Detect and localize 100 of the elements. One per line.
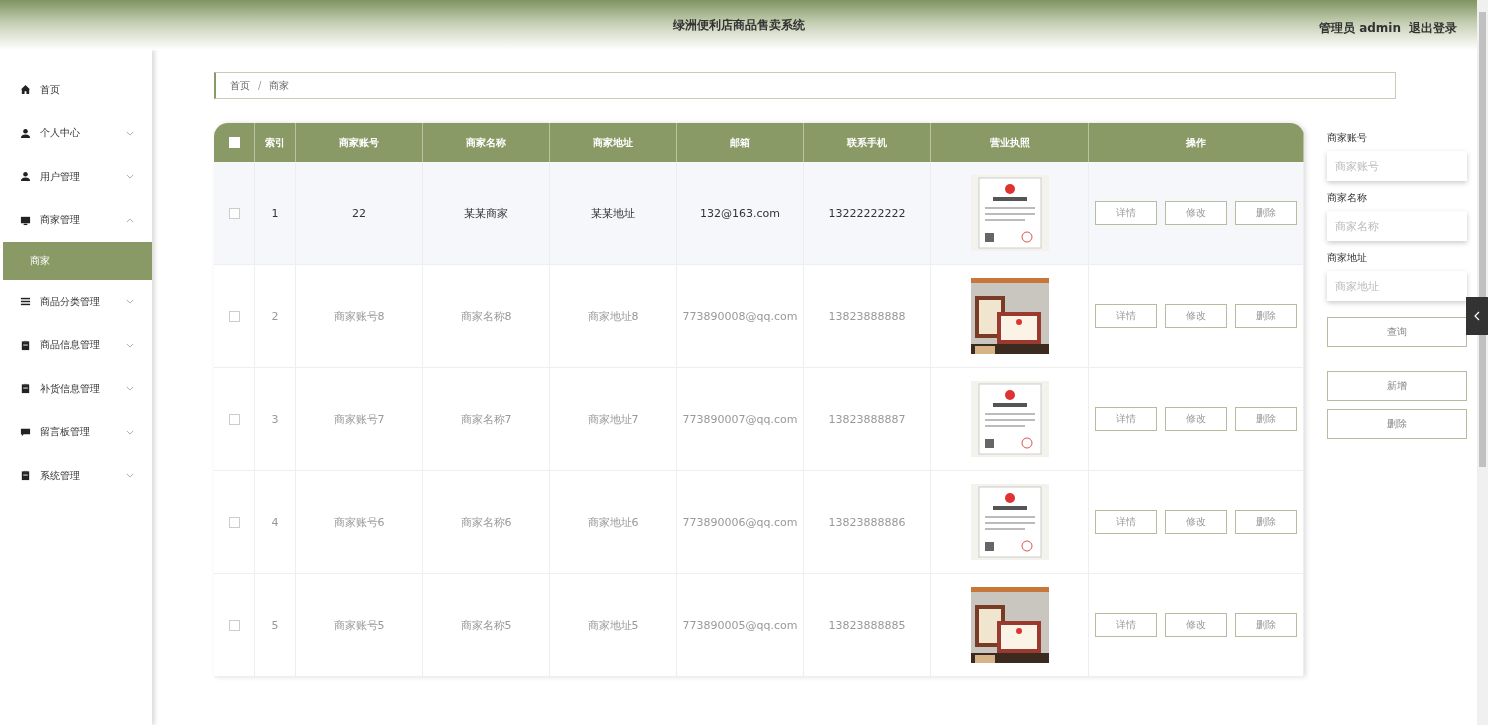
- chevron-icon: [126, 473, 134, 479]
- logout-link[interactable]: 退出登录: [1409, 20, 1457, 37]
- action-button[interactable]: 删除: [1235, 304, 1297, 328]
- action-button[interactable]: 详情: [1095, 407, 1157, 431]
- sidebar-item[interactable]: 商家管理: [0, 198, 152, 242]
- sidebar-item[interactable]: 系统管理: [0, 454, 152, 498]
- action-button[interactable]: 修改: [1165, 201, 1227, 225]
- chevron-icon: [126, 174, 134, 180]
- column-header: 索引: [254, 123, 296, 162]
- table-cell: 13823888887: [803, 367, 931, 471]
- table-cell: 商家账号8: [295, 264, 423, 368]
- table-cell: 13222222222: [803, 162, 931, 265]
- filter-label: 商家账号: [1327, 131, 1368, 145]
- user-name: 管理员 admin: [1318, 20, 1401, 37]
- action-button[interactable]: 修改: [1165, 613, 1227, 637]
- filter-button[interactable]: 查询: [1327, 317, 1467, 347]
- column-header: 邮箱: [676, 123, 804, 162]
- filter-button[interactable]: 新增: [1327, 371, 1467, 401]
- table-cell: 商家名称7: [422, 367, 550, 471]
- chevron-left-icon: [1474, 311, 1480, 321]
- sidebar-item[interactable]: 个人中心: [0, 111, 152, 155]
- action-button[interactable]: 详情: [1095, 510, 1157, 534]
- table-cell: 商家地址5: [549, 573, 677, 677]
- sidebar-item[interactable]: 首页: [0, 68, 152, 112]
- table-row[interactable]: 5 商家账号5 商家名称5 商家地址5 773890005@qq.com 13823888885 详情 修改 删除: [214, 573, 1304, 677]
- row-checkbox[interactable]: [228, 311, 240, 322]
- row-checkbox[interactable]: [228, 208, 240, 219]
- table-cell: 2: [254, 264, 296, 368]
- chevron-icon: [126, 217, 134, 223]
- collapse-handle[interactable]: [1466, 297, 1488, 335]
- table-cell: 773890006@qq.com: [676, 470, 804, 574]
- table-row[interactable]: 3 商家账号7 商家名称7 商家地址7 773890007@qq.com 13823888887 详情 修改 删除: [214, 367, 1304, 471]
- action-button[interactable]: 修改: [1165, 304, 1227, 328]
- table-cell: 商家账号6: [295, 470, 423, 574]
- table-cell: 某某地址: [549, 162, 677, 265]
- action-button[interactable]: 删除: [1235, 510, 1297, 534]
- table-cell: 商家地址7: [549, 367, 677, 471]
- table-cell: 773890008@qq.com: [676, 264, 804, 368]
- table-cell: 商家名称5: [422, 573, 550, 677]
- chevron-icon: [126, 429, 134, 435]
- sidebar-item[interactable]: 用户管理: [0, 155, 152, 199]
- filter-input[interactable]: 商家名称: [1327, 211, 1467, 241]
- chat-icon: [20, 426, 31, 438]
- row-checkbox[interactable]: [228, 620, 240, 631]
- table-cell: 132@163.com: [676, 162, 804, 265]
- table-row[interactable]: 2 商家账号8 商家名称8 商家地址8 773890008@qq.com 13823888888 详情 修改 删除: [214, 264, 1304, 368]
- column-header: 商家账号: [295, 123, 423, 162]
- sidebar-item[interactable]: 商品分类管理: [0, 280, 152, 324]
- action-button[interactable]: 删除: [1235, 407, 1297, 431]
- chevron-icon: [126, 342, 134, 348]
- table-cell: 5: [254, 573, 296, 677]
- list-icon: [20, 296, 31, 308]
- column-header: 操作: [1088, 123, 1304, 162]
- breadcrumb-link[interactable]: 商家: [269, 78, 290, 93]
- action-button[interactable]: 详情: [1095, 201, 1157, 225]
- scrollbar-thumb[interactable]: [1479, 12, 1486, 467]
- app-title: 绿洲便利店商品售卖系统: [672, 16, 805, 34]
- sidebar-subitem[interactable]: 商家: [3, 242, 152, 280]
- action-button[interactable]: 删除: [1235, 201, 1297, 225]
- clipboard-icon: [20, 339, 31, 351]
- table-cell: 13823888885: [803, 573, 931, 677]
- row-checkbox[interactable]: [228, 517, 240, 528]
- chevron-icon: [126, 130, 134, 136]
- sidebar-item[interactable]: 补货信息管理: [0, 367, 152, 411]
- action-button[interactable]: 修改: [1165, 407, 1227, 431]
- table-row[interactable]: 4 商家账号6 商家名称6 商家地址6 773890006@qq.com 13823888886 详情 修改 删除: [214, 470, 1304, 574]
- table-cell: 13823888888: [803, 264, 931, 368]
- table-cell: 商家地址8: [549, 264, 677, 368]
- filter-label: 商家地址: [1327, 251, 1368, 265]
- table-cell: 某某商家: [422, 162, 550, 265]
- chevron-icon: [126, 299, 134, 305]
- clipboard-icon: [20, 383, 31, 395]
- action-button[interactable]: 删除: [1235, 613, 1297, 637]
- person-icon: [20, 171, 31, 183]
- breadcrumb-link[interactable]: 首页: [230, 78, 250, 93]
- table-cell: 13823888886: [803, 470, 931, 574]
- column-header: 商家名称: [422, 123, 550, 162]
- filter-input[interactable]: 商家地址: [1327, 271, 1467, 301]
- chevron-icon: [126, 386, 134, 392]
- sidebar-item[interactable]: 留言板管理: [0, 410, 152, 454]
- column-header: 营业执照: [930, 123, 1089, 162]
- row-checkbox[interactable]: [228, 414, 240, 425]
- sidebar-item[interactable]: 商品信息管理: [0, 323, 152, 367]
- filter-button[interactable]: 删除: [1327, 409, 1467, 439]
- table-cell: 商家账号5: [295, 573, 423, 677]
- filter-label: 商家名称: [1327, 191, 1368, 205]
- column-header: 联系手机: [803, 123, 931, 162]
- column-header: 商家地址: [549, 123, 677, 162]
- home-icon: [20, 84, 31, 96]
- table-cell: 商家名称8: [422, 264, 550, 368]
- table-cell: 商家账号7: [295, 367, 423, 471]
- action-button[interactable]: 详情: [1095, 613, 1157, 637]
- person-icon: [20, 127, 31, 139]
- table-row[interactable]: 1 22 某某商家 某某地址 132@163.com 13222222222 详情 修改 删除: [214, 162, 1304, 265]
- action-button[interactable]: 修改: [1165, 510, 1227, 534]
- table-cell: 商家名称6: [422, 470, 550, 574]
- monitor-icon: [20, 214, 31, 226]
- action-button[interactable]: 详情: [1095, 304, 1157, 328]
- select-all-checkbox[interactable]: [228, 137, 240, 149]
- table-cell: 1: [254, 162, 296, 265]
